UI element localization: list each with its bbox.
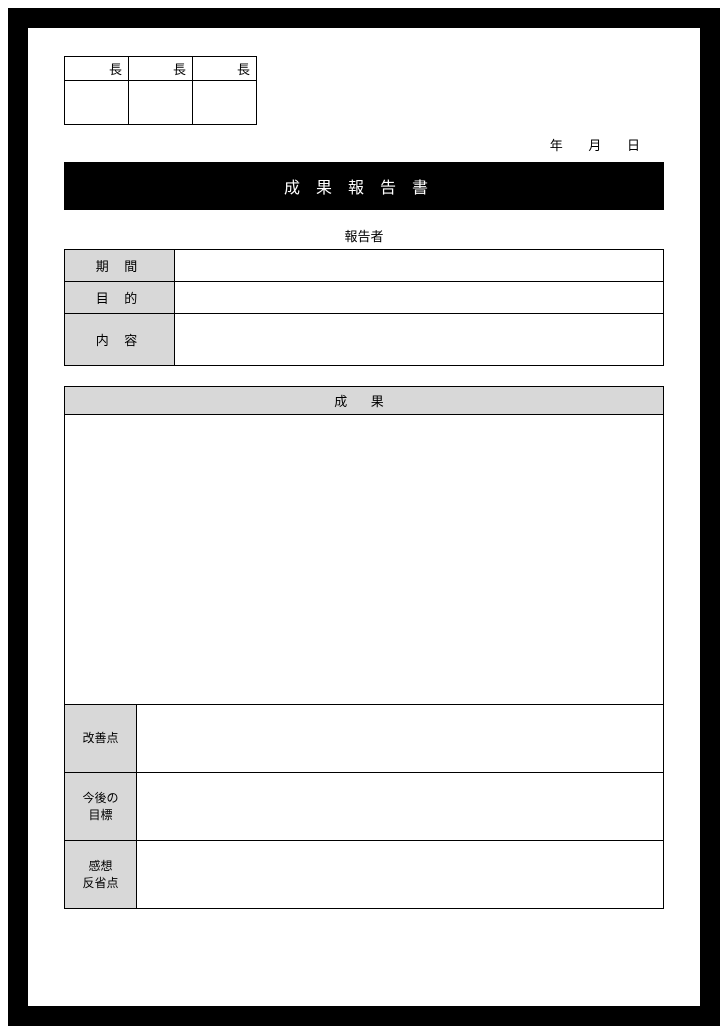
thoughts-field[interactable] <box>137 841 664 909</box>
document-title: 成果報告書 <box>64 162 664 210</box>
approval-header-3: 長 <box>193 57 257 81</box>
future-goal-label: 今後の 目標 <box>65 773 137 841</box>
period-field[interactable] <box>175 250 664 282</box>
approval-stamp-table: 長 長 長 <box>64 56 257 125</box>
approval-header-1: 長 <box>65 57 129 81</box>
date-year-label: 年 <box>550 138 565 153</box>
period-label: 期 間 <box>65 250 175 282</box>
reporter-label: 報告者 <box>64 226 664 245</box>
result-body-field[interactable] <box>65 415 664 705</box>
info-table: 期 間 目 的 内 容 <box>64 249 664 366</box>
content-label: 内 容 <box>65 314 175 366</box>
approval-stamp-2[interactable] <box>129 81 193 125</box>
improvement-label: 改善点 <box>65 705 137 773</box>
date-day-label: 日 <box>627 138 642 153</box>
document-frame: 長 長 長 年 月 日 成果報告書 報告者 期 間 目 的 内 容 <box>8 8 720 1026</box>
thoughts-label: 感想 反省点 <box>65 841 137 909</box>
date-month-label: 月 <box>588 138 603 153</box>
approval-header-2: 長 <box>129 57 193 81</box>
improvement-field[interactable] <box>137 705 664 773</box>
approval-stamp-1[interactable] <box>65 81 129 125</box>
date-line: 年 月 日 <box>64 135 664 154</box>
result-table: 成 果 改善点 今後の 目標 感想 反省点 <box>64 386 664 909</box>
purpose-field[interactable] <box>175 282 664 314</box>
result-header: 成 果 <box>65 387 664 415</box>
approval-stamp-3[interactable] <box>193 81 257 125</box>
future-goal-field[interactable] <box>137 773 664 841</box>
content-field[interactable] <box>175 314 664 366</box>
purpose-label: 目 的 <box>65 282 175 314</box>
